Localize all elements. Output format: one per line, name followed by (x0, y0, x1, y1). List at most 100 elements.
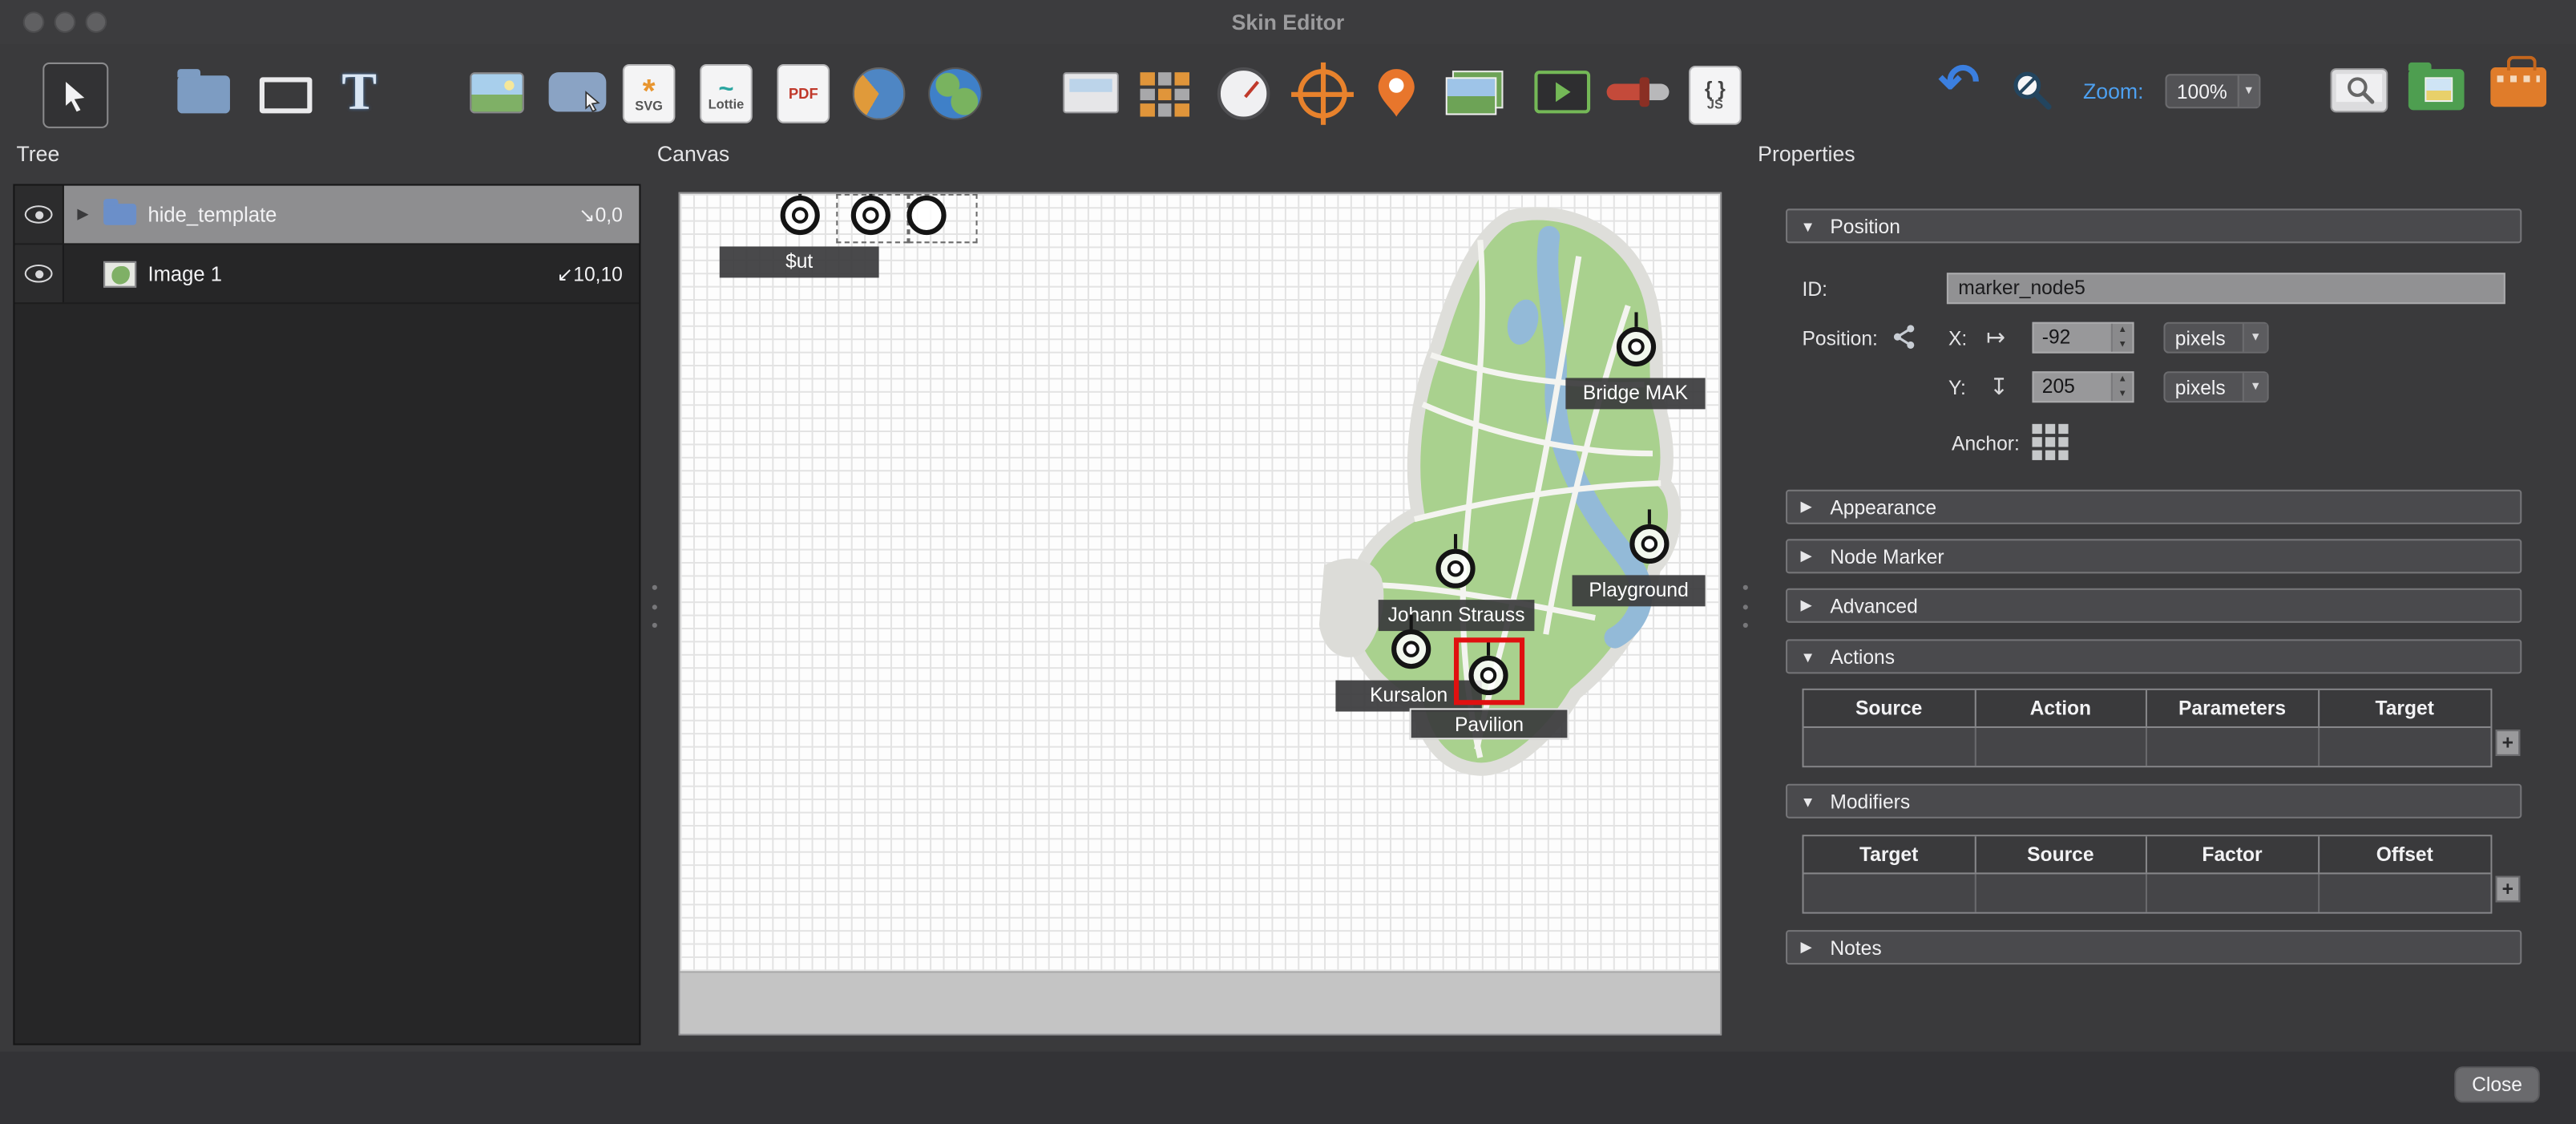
anchor-grid-picker[interactable] (2032, 424, 2068, 460)
visibility-toggle[interactable] (14, 245, 63, 302)
column-header: Source (1804, 690, 1976, 726)
x-label: X: (1948, 327, 1967, 350)
actions-table: Source Action Parameters Target (1803, 689, 2493, 767)
lottie-tool-button[interactable]: ~ Lottie (700, 64, 753, 123)
section-header-node-marker[interactable]: ▶ Node Marker (1786, 539, 2521, 573)
stepper-up-icon[interactable]: ▲ (2113, 324, 2133, 338)
template-marker-node[interactable] (851, 196, 890, 235)
marker-label-pavilion[interactable]: Pavilion (1410, 708, 1569, 739)
tree-canvas-splitter[interactable] (651, 585, 659, 628)
crosshair-tool-button[interactable] (1298, 69, 1347, 118)
y-unit-select[interactable]: pixels ▼ (2163, 371, 2268, 402)
tree-panel-label: Tree (16, 141, 59, 166)
marker-label-bridge-mak[interactable]: Bridge MAK (1565, 378, 1705, 409)
section-header-notes[interactable]: ▶ Notes (1786, 930, 2521, 964)
eye-icon (25, 205, 53, 224)
canvas[interactable]: $ut Bridge MAK Johann Strauss Playground… (679, 192, 1722, 1035)
image-sequence-tool-button[interactable] (1446, 71, 1504, 115)
undo-arrow-icon: ↶ (1939, 59, 1980, 108)
slider-icon (1607, 84, 1670, 100)
video-tool-button[interactable] (1534, 71, 1590, 113)
undo-button[interactable]: ↶ (1939, 59, 1980, 108)
add-action-button[interactable]: + (2495, 730, 2520, 756)
text-tool-button[interactable]: T (341, 64, 377, 117)
map-pin-icon (1377, 66, 1416, 119)
select-tool-button[interactable] (42, 63, 108, 128)
canvas-panel-label: Canvas (657, 141, 729, 166)
toolbox-button[interactable] (2490, 67, 2546, 107)
table-row[interactable] (1804, 872, 2491, 912)
marker-playground[interactable] (1629, 524, 1669, 564)
column-header: Target (2319, 690, 2490, 726)
marker-bridge-mak[interactable] (1617, 327, 1656, 366)
stepper-up-icon[interactable]: ▲ (2113, 373, 2133, 386)
section-header-appearance[interactable]: ▶ Appearance (1786, 490, 2521, 524)
preview-button[interactable] (2329, 67, 2388, 113)
tree-item-coords: ↘0,0 (579, 203, 623, 226)
stepper-down-icon[interactable]: ▼ (2113, 338, 2133, 351)
svg-icon-label: SVG (635, 99, 663, 112)
disclosure-triangle-icon[interactable]: ▶ (77, 205, 91, 224)
disclosure-triangle-icon: ▼ (1800, 649, 1816, 665)
disclosure-triangle-icon: ▶ (1800, 498, 1816, 516)
slider-tool-button[interactable] (1607, 84, 1670, 100)
section-title: Appearance (1830, 495, 1936, 519)
earth-map-tool-button[interactable] (928, 67, 983, 120)
zoom-tool-button[interactable] (2011, 69, 2053, 111)
y-value-stepper[interactable]: 205 ▲▼ (2032, 371, 2134, 402)
y-value[interactable]: 205 (2034, 373, 2111, 401)
x-value-stepper[interactable]: -92 ▲▼ (2032, 322, 2134, 354)
modifiers-table: Target Source Factor Offset (1803, 835, 2493, 913)
marker-kursalon[interactable] (1391, 629, 1431, 669)
section-title: Advanced (1830, 594, 1917, 617)
script-tool-button[interactable]: { } JS (1689, 66, 1742, 125)
tree-item-label: Image 1 (147, 262, 545, 285)
tooltip-icon (549, 72, 607, 111)
canvas-out-of-bounds-area (680, 971, 1720, 1033)
column-header: Target (1804, 836, 1976, 872)
section-header-position[interactable]: ▼ Position (1786, 208, 2521, 243)
marker-johann-strauss[interactable] (1435, 549, 1475, 588)
properties-panel: ▼ Position ID: marker_node5 Position: X:… (1783, 192, 2525, 1045)
table-row[interactable] (1804, 726, 2491, 766)
open-assets-button[interactable] (2408, 69, 2465, 110)
template-marker-node[interactable] (781, 196, 820, 235)
pdf-tool-button[interactable]: PDF (777, 64, 830, 123)
template-marker-node[interactable] (906, 196, 946, 235)
zoom-label: Zoom: (2083, 79, 2144, 103)
new-folder-tool-button[interactable] (177, 75, 230, 113)
marker-label-johann-strauss[interactable]: Johann Strauss (1379, 600, 1535, 631)
magnifier-slash-icon (2011, 69, 2053, 111)
add-modifier-button[interactable]: + (2495, 875, 2520, 902)
section-title: Position (1830, 214, 1900, 237)
svg-file-icon: * SVG (623, 64, 676, 123)
column-header: Action (1976, 690, 2147, 726)
x-unit-select[interactable]: pixels ▼ (2163, 322, 2268, 354)
zoom-select[interactable]: 100% ▼ (2166, 74, 2261, 108)
section-header-modifiers[interactable]: ▼ Modifiers (1786, 784, 2521, 819)
svg-tool-button[interactable]: * SVG (623, 64, 676, 123)
canvas-properties-splitter[interactable] (1742, 585, 1750, 628)
marker-tool-button[interactable] (1377, 66, 1416, 119)
tree-row-image-1[interactable]: Image 1 ↙10,10 (14, 245, 639, 304)
column-header: Factor (2147, 836, 2319, 872)
close-button[interactable]: Close (2454, 1066, 2540, 1102)
zoom-value: 100% (2167, 79, 2238, 103)
web-map-tool-button[interactable] (853, 67, 906, 120)
section-header-advanced[interactable]: ▶ Advanced (1786, 588, 2521, 623)
section-header-actions[interactable]: ▼ Actions (1786, 639, 2521, 673)
marker-label-playground[interactable]: Playground (1573, 575, 1706, 606)
tree-row-hide-template[interactable]: ▶ hide_template ↘0,0 (14, 186, 639, 245)
template-node-label[interactable]: $ut (720, 246, 879, 277)
tooltip-tool-button[interactable] (549, 72, 607, 111)
image-tool-button[interactable] (470, 72, 524, 113)
stepper-down-icon[interactable]: ▼ (2113, 387, 2133, 401)
disclosure-triangle-icon: ▼ (1800, 218, 1816, 234)
rectangle-tool-button[interactable] (260, 77, 313, 113)
gauge-tool-button[interactable] (1217, 67, 1270, 120)
x-value[interactable]: -92 (2034, 324, 2111, 352)
id-input[interactable]: marker_node5 (1947, 273, 2505, 304)
grid-tool-button[interactable] (1140, 72, 1189, 116)
panel-tool-button[interactable] (1063, 72, 1119, 113)
visibility-toggle[interactable] (14, 186, 63, 244)
